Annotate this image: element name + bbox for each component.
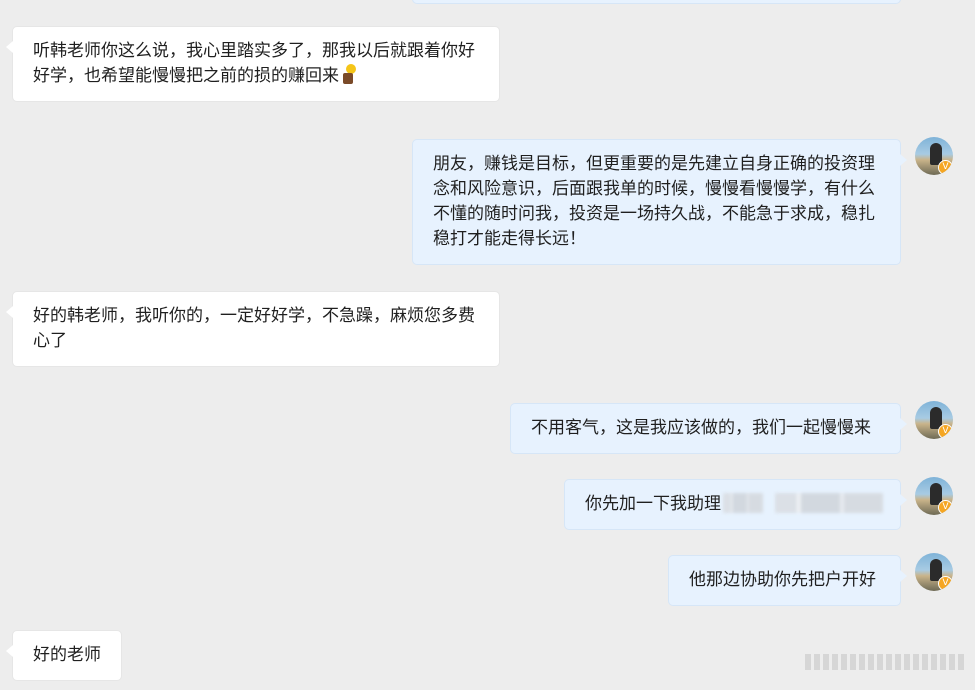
message-text: 好的韩老师，我听你的，一定好好学，不急躁，麻烦您多费心了 bbox=[33, 306, 475, 351]
outgoing-message-bubble[interactable]: 朋友，赚钱是目标，但更重要的是先建立自身正确的投资理念和风险意识，后面跟我单的时… bbox=[412, 139, 907, 265]
verified-badge-icon: V bbox=[938, 160, 953, 175]
person-holding-lightbulb-emoji-icon bbox=[341, 64, 359, 84]
verified-badge-icon: V bbox=[938, 576, 953, 591]
verified-badge-icon: V bbox=[938, 500, 953, 515]
message-text: 他那边协助你先把户开好 bbox=[689, 570, 876, 590]
user-avatar[interactable]: V bbox=[915, 477, 953, 515]
message-text: 听韩老师你这么说，我心里踏实多了，那我以后就跟着你好好学，也希望能慢慢把之前的损… bbox=[33, 41, 475, 86]
user-avatar[interactable]: V bbox=[915, 553, 953, 591]
outgoing-message-bubble[interactable]: 他那边协助你先把户开好 bbox=[668, 555, 907, 606]
outgoing-message-bubble[interactable]: 不用客气，这是我应该做的，我们一起慢慢来 bbox=[510, 403, 907, 454]
incoming-message-bubble[interactable]: 好的韩老师，我听你的，一定好好学，不急躁，麻烦您多费心了 bbox=[6, 291, 500, 367]
user-avatar[interactable]: V bbox=[915, 401, 953, 439]
message-text: 好的老师 bbox=[33, 645, 101, 665]
incoming-message-bubble[interactable]: 好的老师 bbox=[6, 630, 122, 681]
incoming-message-bubble[interactable]: 听韩老师你这么说，我心里踏实多了，那我以后就跟着你好好学，也希望能慢慢把之前的损… bbox=[6, 26, 500, 102]
outgoing-message-bubble[interactable]: 你先加一下我助理 bbox=[564, 479, 907, 530]
user-avatar[interactable]: V bbox=[915, 137, 953, 175]
blurred-watermark bbox=[805, 654, 965, 670]
message-text: 你先加一下我助理 bbox=[585, 494, 721, 514]
redacted-contact-blur bbox=[775, 493, 883, 513]
message-text: 不用客气，这是我应该做的，我们一起慢慢来 bbox=[531, 418, 871, 438]
previous-message-bubble-edge bbox=[412, 0, 901, 4]
verified-badge-icon: V bbox=[938, 424, 953, 439]
message-text: 朋友，赚钱是目标，但更重要的是先建立自身正确的投资理念和风险意识，后面跟我单的时… bbox=[433, 154, 875, 249]
redacted-contact-blur bbox=[723, 493, 763, 513]
